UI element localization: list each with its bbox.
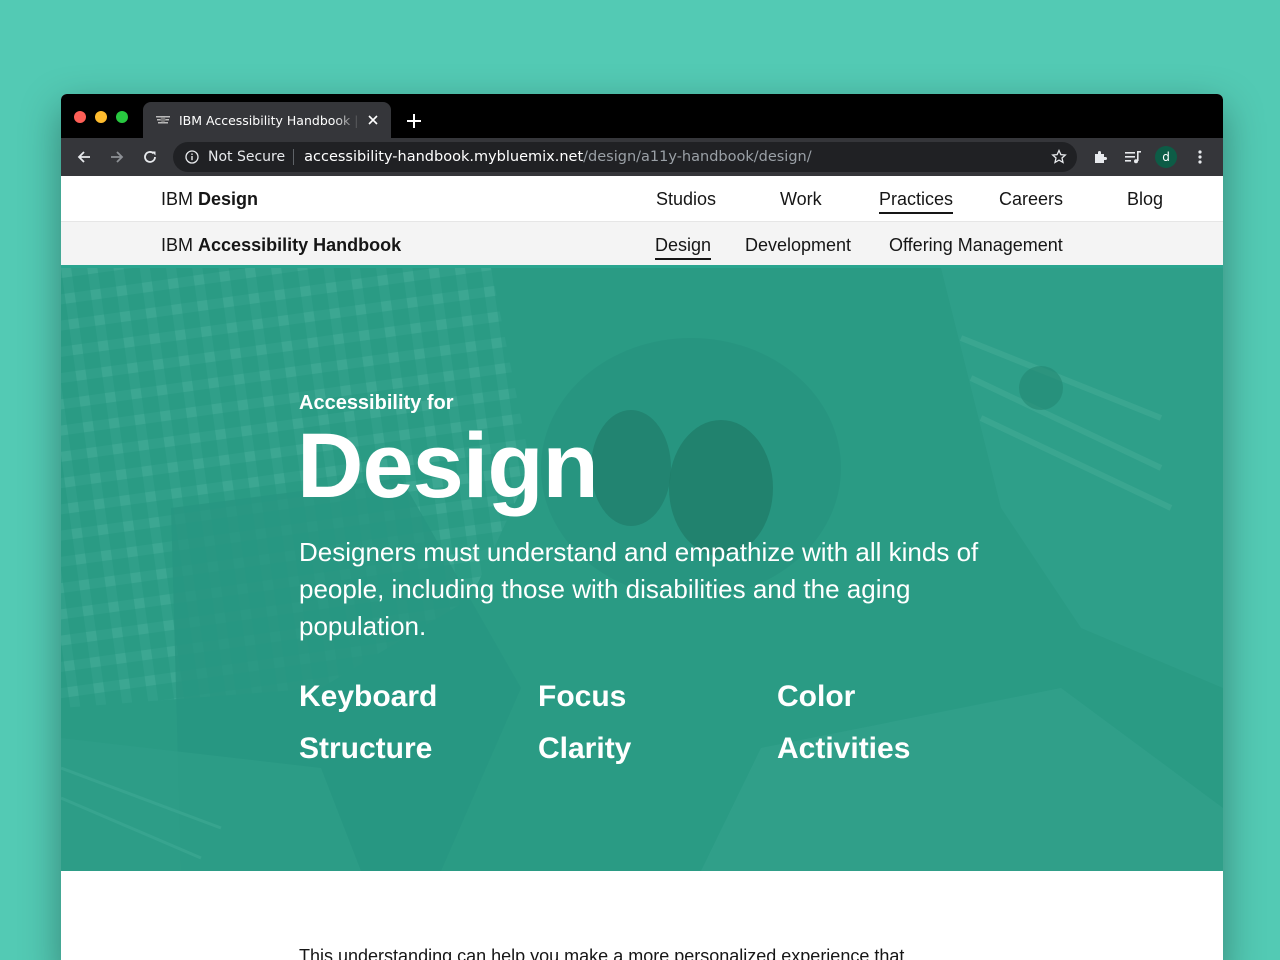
nav-link-careers[interactable]: Careers	[999, 189, 1063, 210]
subnav-link-offering-management[interactable]: Offering Management	[889, 235, 1063, 256]
browser-toolbar: Not Secure accessibility-handbook.myblue…	[61, 138, 1223, 176]
subnav-link-design[interactable]: Design	[655, 235, 712, 260]
close-window-button[interactable]	[74, 111, 86, 123]
omnibox-divider	[293, 149, 295, 165]
topic-link-structure[interactable]: Structure	[299, 732, 432, 766]
topic-link-color[interactable]: Color	[777, 680, 855, 714]
nav-link-blog[interactable]: Blog	[1127, 189, 1163, 210]
zoom-window-button[interactable]	[116, 111, 128, 123]
tab-title: IBM Accessibility Handbook | Design	[179, 112, 361, 128]
tab-strip: IBM Accessibility Handbook | Design	[61, 94, 1223, 138]
media-queue-icon[interactable]	[1122, 146, 1144, 168]
hero-kicker: Accessibility for	[299, 392, 454, 414]
browser-window: IBM Accessibility Handbook | Design Not …	[61, 94, 1223, 960]
sub-brand-bold: Accessibility Handbook	[198, 235, 402, 255]
topic-link-focus[interactable]: Focus	[538, 680, 626, 714]
address-bar[interactable]: Not Secure accessibility-handbook.myblue…	[173, 142, 1077, 172]
hero-description: Designers must understand and empathize …	[299, 537, 979, 641]
minimize-window-button[interactable]	[95, 111, 107, 123]
reload-icon[interactable]	[139, 146, 161, 168]
hero-banner: Accessibility for Design Designers must …	[61, 268, 1223, 871]
site-navigation: IBM Design Studios Work Practices Career…	[61, 176, 1223, 222]
back-icon[interactable]	[73, 146, 95, 168]
nav-link-studios[interactable]: Studios	[656, 189, 716, 210]
url-text[interactable]: accessibility-handbook.mybluemix.net/des…	[304, 149, 812, 165]
more-menu-icon[interactable]	[1189, 146, 1211, 168]
security-label: Not Secure	[208, 149, 286, 165]
sub-brand-prefix: IBM	[161, 235, 194, 255]
topic-link-activities[interactable]: Activities	[777, 732, 910, 766]
intro-paragraph: This understanding can help you make a m…	[299, 946, 905, 960]
ibm-bee-favicon-icon	[155, 112, 171, 128]
handbook-title-link[interactable]: IBM Accessibility Handbook	[161, 235, 401, 256]
ibm-design-logo-link[interactable]: IBM Design	[161, 189, 258, 210]
brand-bold: Design	[198, 189, 259, 209]
brand-prefix: IBM	[161, 189, 194, 209]
nav-link-practices[interactable]: Practices	[879, 189, 954, 214]
info-icon[interactable]	[185, 150, 199, 164]
bookmark-star-icon[interactable]	[1051, 149, 1067, 165]
forward-icon[interactable]	[106, 146, 128, 168]
close-tab-icon[interactable]	[365, 112, 381, 128]
new-tab-icon[interactable]	[403, 110, 425, 132]
topic-link-clarity[interactable]: Clarity	[538, 732, 631, 766]
page-title: Design	[297, 415, 599, 517]
url-host: accessibility-handbook.mybluemix.net	[304, 149, 584, 165]
extensions-puzzle-icon[interactable]	[1089, 146, 1111, 168]
topic-link-keyboard[interactable]: Keyboard	[299, 680, 437, 714]
handbook-subnav: IBM Accessibility Handbook Design Develo…	[61, 222, 1223, 268]
web-page: IBM Design Studios Work Practices Career…	[61, 176, 1223, 960]
browser-tab[interactable]: IBM Accessibility Handbook | Design	[143, 102, 391, 138]
nav-link-work[interactable]: Work	[780, 189, 822, 210]
url-path: /design/a11y-handbook/design/	[583, 149, 812, 165]
subnav-link-development[interactable]: Development	[745, 235, 851, 256]
profile-avatar[interactable]: d	[1155, 146, 1177, 168]
